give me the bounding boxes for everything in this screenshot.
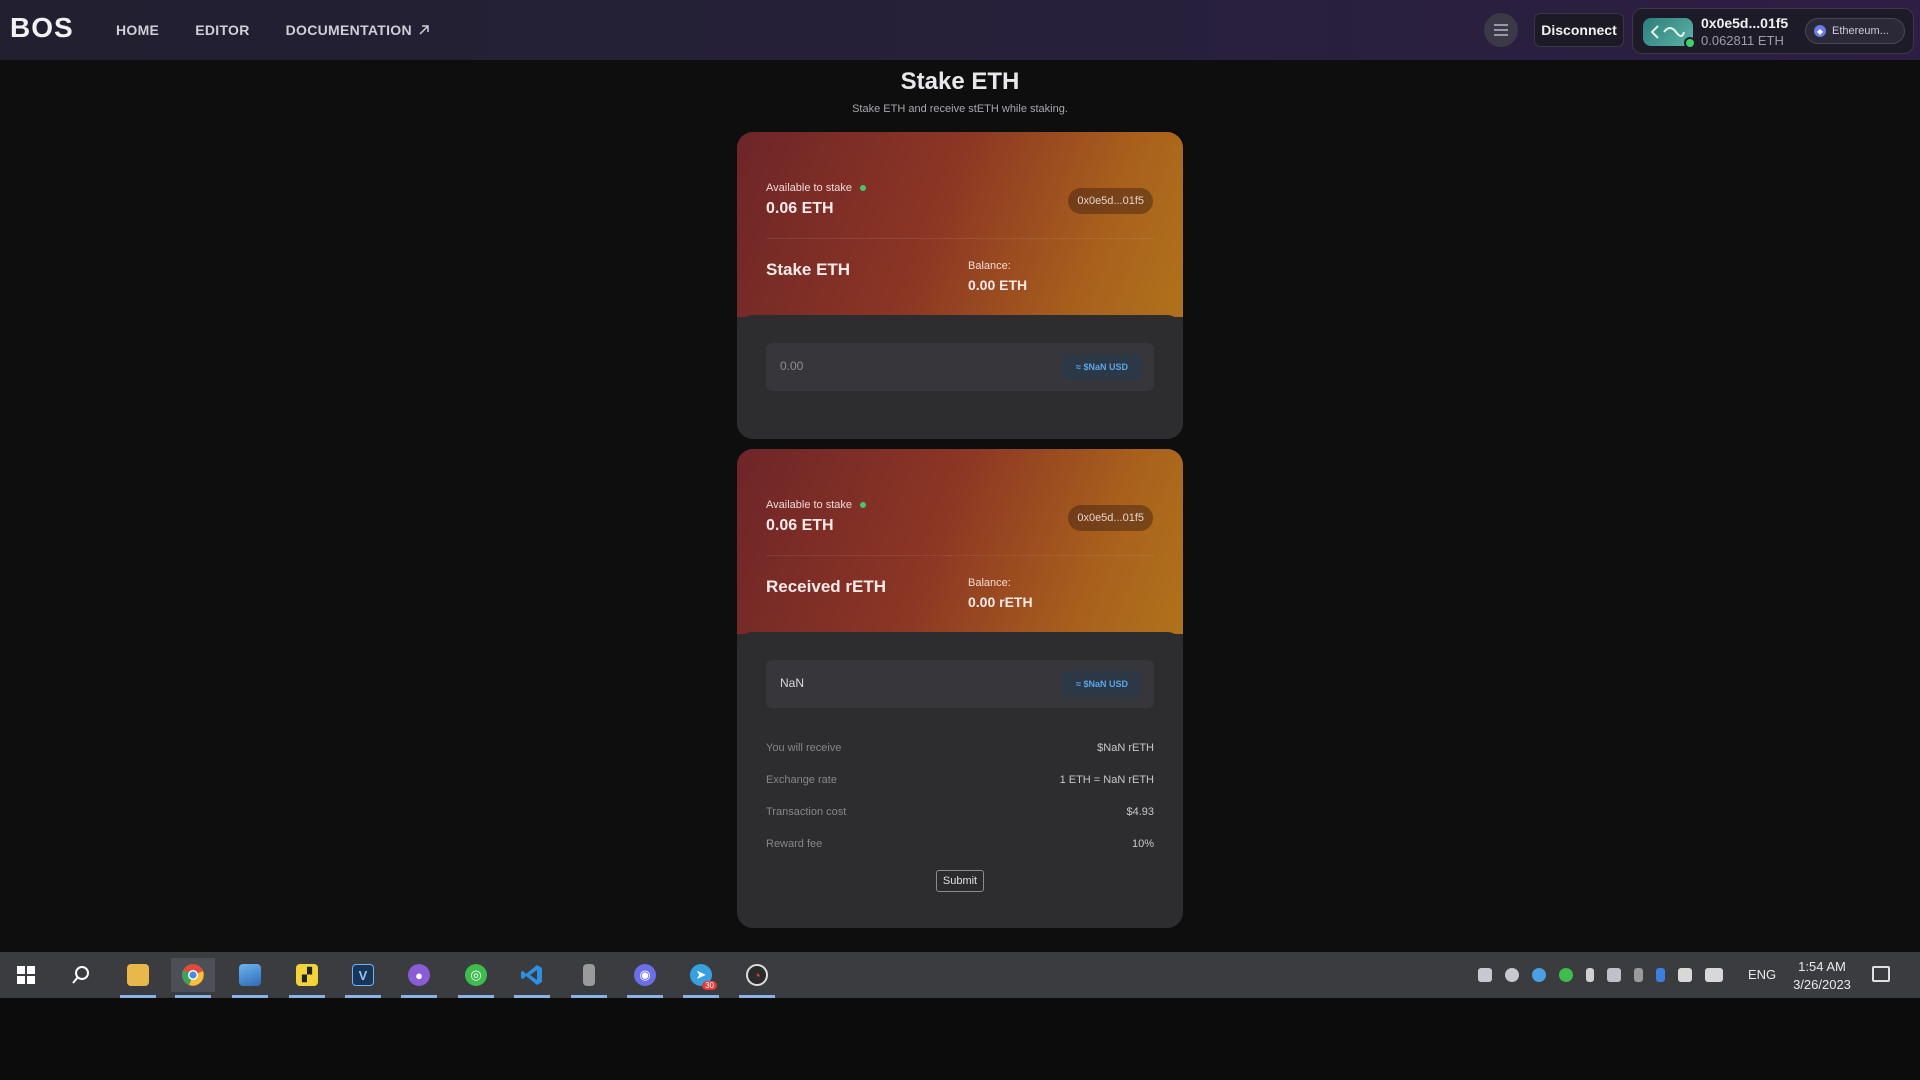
steam-tray-icon[interactable]: [1505, 968, 1519, 982]
available-value: 0.06 ETH: [766, 200, 834, 217]
letterbox-area: [0, 998, 1920, 1080]
address-pill: 0x0e5d...01f5: [1068, 505, 1153, 531]
main-nav: HOME EDITOR DOCUMENTATION: [116, 0, 430, 60]
nav-documentation-label: DOCUMENTATION: [285, 22, 412, 38]
status-dot-icon: [860, 502, 867, 508]
status-dot-icon: [860, 185, 867, 191]
page-title: Stake ETH: [900, 68, 1020, 95]
network-selector[interactable]: ◆ Ethereum...: [1805, 18, 1905, 44]
nav-editor-label: EDITOR: [195, 22, 250, 38]
disconnect-button[interactable]: Disconnect: [1534, 13, 1624, 47]
mic-tray-icon[interactable]: [1586, 968, 1594, 982]
v-app-icon[interactable]: V: [341, 958, 385, 998]
detail-row-transaction-cost: Transaction cost $4.93: [766, 806, 1154, 818]
nav-home-label: HOME: [116, 22, 160, 38]
stake-card: Available to stake 0.06 ETH 0x0e5d...01f…: [737, 132, 1183, 439]
telegram-tray-icon[interactable]: [1532, 968, 1546, 982]
detail-row-exchange-rate: Exchange rate 1 ETH = NaN rETH: [766, 774, 1154, 786]
wallet-avatar: [1643, 18, 1696, 49]
nav-documentation[interactable]: DOCUMENTATION: [286, 22, 430, 38]
file-explorer-icon[interactable]: [116, 958, 160, 998]
wechat-icon[interactable]: ◎: [454, 958, 498, 998]
sticky-notes-icon[interactable]: ▞: [285, 958, 329, 998]
vscode-icon[interactable]: [510, 958, 554, 998]
divider: [766, 238, 1154, 239]
discord-tray-icon[interactable]: [1478, 968, 1492, 982]
telegram-badge: 30: [702, 981, 717, 990]
detail-row-reward-fee: Reward fee 10%: [766, 838, 1154, 850]
network-icon[interactable]: [1705, 968, 1723, 982]
top-navbar: BOS HOME EDITOR DOCUMENTATION Disconnect…: [0, 0, 1920, 60]
usb-device-icon[interactable]: [567, 958, 611, 998]
balance-value: 0.00 ETH: [968, 277, 1028, 293]
usd-value-badge: ≈ $NaN USD: [1062, 671, 1142, 697]
available-value: 0.06 ETH: [766, 517, 834, 534]
clock-app-icon[interactable]: ◔: [735, 958, 779, 998]
arrow-up-right-icon: [419, 25, 429, 35]
photos-icon[interactable]: [228, 958, 272, 998]
divider: [766, 555, 1154, 556]
menu-button[interactable]: [1484, 13, 1518, 47]
balance-label: Balance:: [968, 260, 1011, 272]
bluetooth-icon[interactable]: [1656, 968, 1665, 982]
receive-card: Available to stake 0.06 ETH 0x0e5d...01f…: [737, 449, 1183, 928]
detail-row-receive: You will receive $NaN rETH: [766, 742, 1154, 754]
usb-tray-icon[interactable]: [1634, 968, 1643, 982]
wallet-logo-icon: [1650, 25, 1685, 39]
wallet-address: 0x0e5d...01f5: [1701, 15, 1789, 31]
search-icon[interactable]: [59, 958, 103, 992]
wallet-balance: 0.062811 ETH: [1701, 33, 1784, 48]
stake-card-header: Available to stake 0.06 ETH 0x0e5d...01f…: [737, 132, 1183, 317]
connected-indicator: [1684, 37, 1696, 49]
submit-button[interactable]: Submit: [936, 870, 984, 892]
windows-start-icon[interactable]: [4, 958, 48, 992]
receive-card-body: NaN ≈ $NaN USD You will receive $NaN rETH…: [737, 632, 1183, 928]
ethereum-icon: ◆: [1814, 25, 1826, 37]
language-indicator[interactable]: ENG: [1748, 967, 1776, 982]
clock-time: 1:54 AM: [1798, 959, 1846, 974]
taskbar-clock[interactable]: 1:54 AM 3/26/2023: [1788, 958, 1856, 994]
received-token-label: Received rETH: [766, 577, 886, 596]
notification-center-icon[interactable]: [1872, 966, 1890, 982]
available-label: Available to stake: [766, 499, 867, 511]
balance-value: 0.00 rETH: [968, 594, 1033, 610]
logo[interactable]: BOS: [10, 12, 74, 44]
nav-home[interactable]: HOME: [116, 22, 159, 38]
volume-icon[interactable]: [1678, 968, 1692, 982]
page-subtitle: Stake ETH and receive stETH while stakin…: [852, 103, 1068, 115]
receive-amount-value: NaN: [780, 676, 805, 690]
nav-editor[interactable]: EDITOR: [195, 22, 249, 38]
chrome-icon[interactable]: [171, 958, 215, 998]
github-icon[interactable]: ●: [397, 958, 441, 998]
system-tray: [1478, 952, 1736, 998]
stake-amount-input[interactable]: 0.00 ≈ $NaN USD: [766, 343, 1154, 391]
stake-amount-placeholder: 0.00: [780, 359, 804, 373]
receive-card-header: Available to stake 0.06 ETH 0x0e5d...01f…: [737, 449, 1183, 634]
wechat-tray-icon[interactable]: [1559, 968, 1573, 982]
receive-amount-field[interactable]: NaN ≈ $NaN USD: [766, 660, 1154, 708]
usd-value-badge: ≈ $NaN USD: [1062, 354, 1142, 380]
wallet-widget[interactable]: 0x0e5d...01f5 0.062811 ETH ◆ Ethereum...: [1632, 8, 1914, 54]
stake-card-body: 0.00 ≈ $NaN USD: [737, 315, 1183, 439]
balance-label: Balance:: [968, 577, 1011, 589]
telegram-icon[interactable]: ➤ 30: [679, 958, 723, 998]
windows-taskbar: ▞ V ● ◎ ◉ ➤ 30 ◔ ENG 1:54 AM 3/26/2023: [0, 952, 1920, 998]
available-label: Available to stake: [766, 182, 867, 194]
discord-icon[interactable]: ◉: [623, 958, 667, 998]
address-pill: 0x0e5d...01f5: [1068, 188, 1153, 214]
network-name: Ethereum...: [1832, 25, 1889, 37]
clock-date: 3/26/2023: [1793, 977, 1851, 992]
stake-token-label: Stake ETH: [766, 260, 851, 279]
app-tray-icon[interactable]: [1607, 968, 1621, 982]
hamburger-icon: [1494, 29, 1508, 31]
